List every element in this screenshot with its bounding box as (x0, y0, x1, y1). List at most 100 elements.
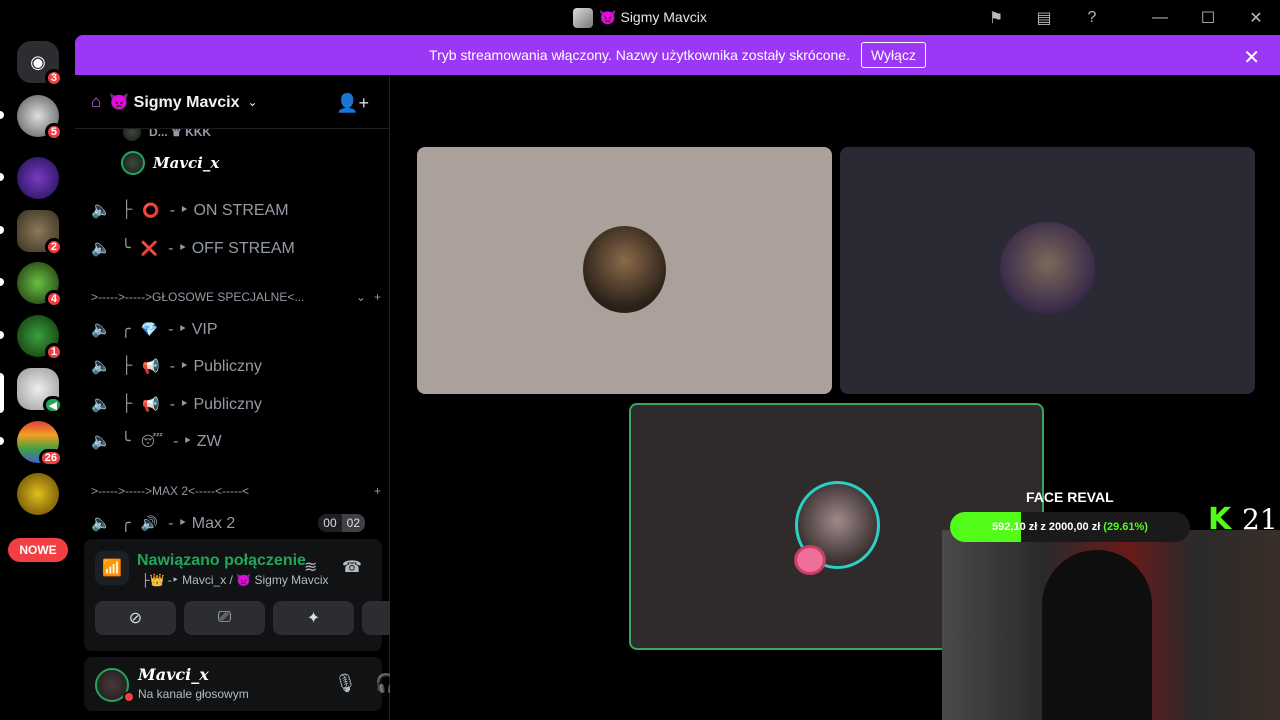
signal-icon[interactable]: 📶 (95, 551, 129, 585)
server-list: ◉ 3 5 2 4 1 ◀ 26 NOWE (0, 35, 75, 720)
user-limit-badge: 00 02 (318, 514, 365, 532)
chevron-down-icon: ⌄ (247, 94, 258, 109)
voice-channel-zw[interactable]: 🔈 ╰ 😴 - ‣ ZW (91, 426, 381, 456)
guild-header[interactable]: ⌂ 👿 Sigmy Mavcix ⌄ 👤+ (75, 75, 389, 129)
voice-user-row[interactable]: Mavci_x (121, 151, 219, 175)
server-icon-5[interactable]: 1 (17, 315, 63, 361)
dnd-status-icon (123, 691, 135, 703)
avatar-decoration-icon (794, 545, 826, 575)
server-icon-4[interactable]: 4 (17, 262, 63, 308)
channel-prefix: ├ (121, 201, 133, 218)
notification-badge: 2 (44, 238, 63, 256)
channel-name: - ‣ VIP (168, 321, 218, 338)
voice-user-row[interactable]: D... ♛ KKK (123, 129, 211, 141)
voice-channel-path[interactable]: ├👑 -‣ Mavci_x / 👿 Sigmy Mavcix (141, 573, 328, 587)
voice-channel-icon: 🔈 (91, 433, 111, 450)
screen-share-icon: ⎚ (218, 609, 231, 626)
voice-channel-publiczny-1[interactable]: 🔈 ├ 📢 - ‣ Publiczny (91, 351, 381, 381)
channel-name: - ‣ ZW (173, 433, 222, 450)
create-channel-icon[interactable]: + (374, 290, 381, 304)
inbox-icon[interactable]: ▤ (1020, 0, 1068, 35)
selected-indicator (0, 373, 4, 413)
activities-button[interactable]: ✦ (273, 601, 354, 635)
disconnect-icon[interactable]: ☎ (342, 557, 362, 577)
guild-name: 👿 Sigmy Mavcix (109, 93, 240, 111)
noise-suppression-icon[interactable]: ≋ (304, 557, 317, 577)
channel-prefix: ├ (121, 357, 133, 374)
server-icon-7[interactable]: 26 (17, 421, 63, 467)
channel-list: D... ♛ KKK Mavci_x 🔈 ├ ⭕ - ‣ ON STREAM 🔈… (75, 129, 390, 539)
channel-emoji: 😴 (140, 432, 164, 449)
voice-channel-icon: 🔈 (91, 202, 111, 219)
discord-logo-icon: ◉ (30, 51, 46, 72)
server-icon-3[interactable]: 2 (17, 210, 63, 256)
notification-badge: 5 (44, 123, 63, 141)
voice-connection-panel: 📶 Nawiązano połączenie ├👑 -‣ Mavci_x / 👿… (84, 539, 443, 651)
channel-prefix: ╰ (121, 240, 131, 257)
voice-channel-icon: 🔈 (91, 240, 111, 257)
user-limit: 02 (341, 514, 365, 532)
notification-badge: 4 (44, 290, 63, 308)
server-icon-8[interactable] (17, 473, 59, 515)
flag-icon[interactable]: ⚑ (972, 0, 1020, 35)
stream-overlay: FACE REVAL 592,10 zł z 2000,00 zł (29.61… (942, 485, 1280, 720)
close-window-button[interactable]: ✕ (1232, 0, 1280, 35)
category-header[interactable]: >----->----->MAX 2<-----<-----< + (91, 481, 381, 501)
minimize-button[interactable]: — (1136, 0, 1184, 35)
voice-channel-vip[interactable]: 🔈 ╭ 💎 - ‣ VIP (91, 314, 381, 344)
help-icon[interactable]: ? (1068, 0, 1116, 35)
unread-indicator (0, 278, 4, 286)
channel-emoji: 📢 (142, 357, 160, 374)
unread-indicator (0, 111, 4, 119)
camera-off-button[interactable]: ⊘ (95, 601, 176, 635)
voice-active-icon: ◀ (42, 396, 63, 414)
new-servers-pill[interactable]: NOWE (8, 538, 68, 562)
voice-status-text[interactable]: Nawiązano połączenie (137, 552, 306, 570)
kick-logo-icon: K (1208, 501, 1232, 537)
maximize-button[interactable]: ☐ (1184, 0, 1232, 35)
notification-badge: 1 (44, 343, 63, 361)
chevron-down-icon: ⌄ (355, 290, 366, 304)
microphone-icon[interactable]: 🎙 (334, 673, 357, 694)
avatar (123, 129, 141, 141)
channel-name: - ‣ OFF STREAM (168, 240, 295, 257)
unread-indicator (0, 437, 4, 445)
goal-amount: 592,10 zł z 2000,00 zł (992, 521, 1101, 533)
user-status: Na kanale głosowym (138, 687, 249, 701)
channel-emoji: ⭕ (142, 201, 160, 218)
create-channel-icon[interactable]: + (374, 484, 381, 498)
server-icon-6[interactable]: ◀ (17, 368, 63, 414)
close-banner-button[interactable]: ✕ (1243, 45, 1260, 70)
share-screen-button[interactable]: ⎚ (184, 601, 265, 635)
channel-name: - ‣ Publiczny (169, 396, 262, 413)
server-icon-zakon[interactable] (17, 157, 59, 199)
category-header[interactable]: >----->----->GŁOSOWE SPECJALNE<... ⌄ + (91, 287, 381, 307)
voice-channel-on-stream[interactable]: 🔈 ├ ⭕ - ‣ ON STREAM (91, 195, 381, 225)
participant-tile[interactable] (840, 147, 1255, 394)
voice-user-name: D... ♛ KKK (149, 129, 212, 139)
server-avatar-icon (573, 7, 594, 28)
voice-channel-max2[interactable]: 🔈 ╭ 🔊 - ‣ Max 2 00 02 (91, 508, 381, 538)
webcam-feed (942, 530, 1280, 720)
voice-channel-off-stream[interactable]: 🔈 ╰ ❌ - ‣ OFF STREAM (91, 233, 381, 263)
notification-badge: 26 (38, 449, 63, 467)
goal-title: FACE REVAL (1026, 489, 1114, 505)
channel-name: - ‣ Publiczny (169, 358, 262, 375)
channel-prefix: ╰ (121, 433, 131, 450)
discord-home-button[interactable]: ◉ 3 (17, 41, 63, 87)
streamer-mode-banner: Tryb streamowania włączony. Nazwy użytko… (75, 35, 1280, 75)
disable-streamer-mode-button[interactable]: Wyłącz (860, 42, 926, 68)
voice-channel-publiczny-2[interactable]: 🔈 ├ 📢 - ‣ Publiczny (91, 389, 381, 419)
user-name[interactable]: Mavci_x (138, 665, 209, 684)
server-icon-1[interactable]: 5 (17, 95, 63, 141)
donation-goal-bar: 592,10 zł z 2000,00 zł (29.61%) (950, 512, 1190, 542)
notification-badge: 3 (44, 69, 63, 87)
channel-prefix: ╭ (121, 321, 131, 338)
home-icon: ⌂ (91, 91, 102, 111)
avatar (121, 151, 145, 175)
channel-emoji: 🔊 (140, 514, 159, 531)
invite-people-icon[interactable]: 👤+ (336, 93, 369, 114)
category-name: >----->----->GŁOSOWE SPECJALNE<... (91, 290, 305, 304)
kick-count: 21 (1242, 503, 1278, 536)
participant-tile[interactable] (417, 147, 832, 394)
